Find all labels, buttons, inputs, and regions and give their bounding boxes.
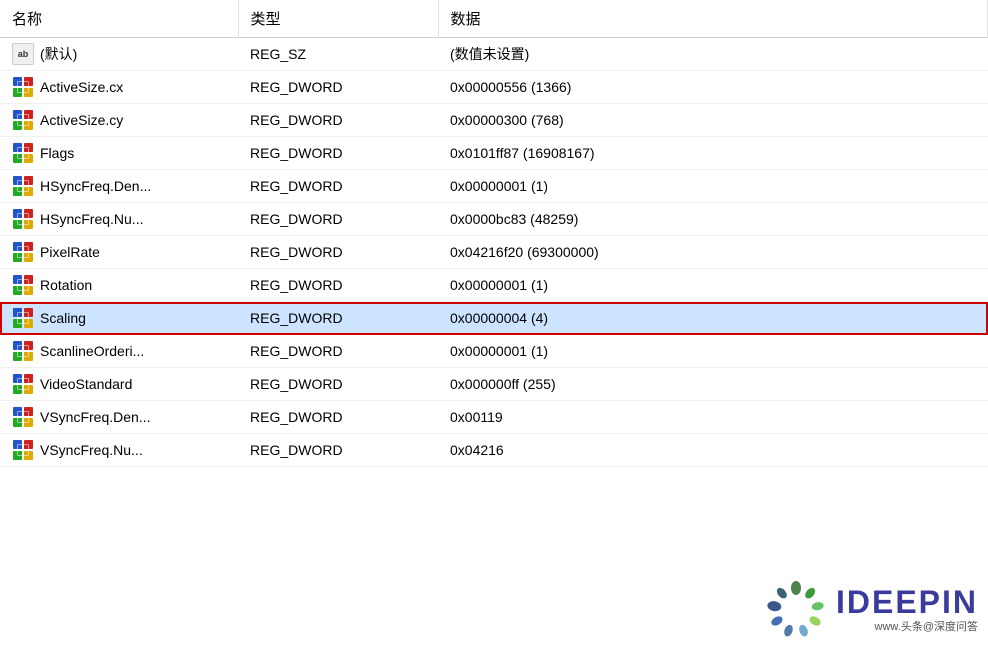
- row-name-text: Flags: [40, 145, 74, 161]
- cell-data: 0x00000556 (1366): [438, 71, 988, 104]
- header-name: 名称: [0, 0, 238, 38]
- table-row[interactable]: PixelRate REG_DWORD0x04216f20 (69300000): [0, 236, 988, 269]
- dword-icon: [12, 175, 34, 197]
- cell-type: REG_DWORD: [238, 104, 438, 137]
- table-row[interactable]: VSyncFreq.Nu... REG_DWORD0x04216: [0, 434, 988, 467]
- dword-icon: [12, 274, 34, 296]
- row-name-text: VSyncFreq.Nu...: [40, 442, 143, 458]
- table-row[interactable]: VideoStandard REG_DWORD0x000000ff (255): [0, 368, 988, 401]
- row-name-text: HSyncFreq.Nu...: [40, 211, 143, 227]
- cell-type: REG_DWORD: [238, 269, 438, 302]
- cell-type: REG_DWORD: [238, 401, 438, 434]
- cell-name: ab (默认): [0, 38, 238, 71]
- cell-data: 0x00000300 (768): [438, 104, 988, 137]
- table-row[interactable]: Flags REG_DWORD0x0101ff87 (16908167): [0, 137, 988, 170]
- table-row[interactable]: HSyncFreq.Den... REG_DWORD0x00000001 (1): [0, 170, 988, 203]
- cell-name: HSyncFreq.Den...: [0, 170, 238, 203]
- dword-icon: [12, 340, 34, 362]
- cell-data: 0x00119: [438, 401, 988, 434]
- watermark-logo: IDEEPIN www.头条@深度问答: [836, 586, 978, 634]
- cell-name: Flags: [0, 137, 238, 170]
- cell-type: REG_DWORD: [238, 302, 438, 335]
- row-name-text: HSyncFreq.Den...: [40, 178, 151, 194]
- table-row[interactable]: ActiveSize.cy REG_DWORD0x00000300 (768): [0, 104, 988, 137]
- row-name-text: PixelRate: [40, 244, 100, 260]
- row-name-text: Scaling: [40, 310, 86, 326]
- table-row[interactable]: VSyncFreq.Den... REG_DWORD0x00119: [0, 401, 988, 434]
- dword-icon: [12, 307, 34, 329]
- table-row[interactable]: ab (默认) REG_SZ(数值未设置): [0, 38, 988, 71]
- table-row[interactable]: ActiveSize.cx REG_DWORD0x00000556 (1366): [0, 71, 988, 104]
- cell-name: VSyncFreq.Den...: [0, 401, 238, 434]
- dword-icon: [12, 208, 34, 230]
- cell-type: REG_DWORD: [238, 170, 438, 203]
- cell-name: Scaling: [0, 302, 238, 335]
- cell-data: 0x000000ff (255): [438, 368, 988, 401]
- cell-data: 0x00000001 (1): [438, 170, 988, 203]
- table-row[interactable]: Scaling REG_DWORD0x00000004 (4): [0, 302, 988, 335]
- cell-data: 0x00000001 (1): [438, 335, 988, 368]
- cell-name: Rotation: [0, 269, 238, 302]
- cell-data: (数值未设置): [438, 38, 988, 71]
- dword-icon: [12, 406, 34, 428]
- dword-icon: [12, 76, 34, 98]
- cell-data: 0x00000001 (1): [438, 269, 988, 302]
- cell-data: 0x04216: [438, 434, 988, 467]
- watermark: IDEEPIN www.头条@深度问答: [766, 580, 978, 640]
- cell-name: ActiveSize.cx: [0, 71, 238, 104]
- row-name-text: ScanlineOrderi...: [40, 343, 144, 359]
- cell-type: REG_SZ: [238, 38, 438, 71]
- dword-icon: [12, 109, 34, 131]
- cell-name: HSyncFreq.Nu...: [0, 203, 238, 236]
- cell-data: 0x00000004 (4): [438, 302, 988, 335]
- row-name-text: (默认): [40, 44, 77, 64]
- cell-type: REG_DWORD: [238, 236, 438, 269]
- cell-name: VideoStandard: [0, 368, 238, 401]
- cell-type: REG_DWORD: [238, 137, 438, 170]
- cell-data: 0x0101ff87 (16908167): [438, 137, 988, 170]
- spinner-logo-icon: [766, 580, 826, 640]
- row-name-text: ActiveSize.cx: [40, 79, 123, 95]
- cell-type: REG_DWORD: [238, 368, 438, 401]
- cell-type: REG_DWORD: [238, 434, 438, 467]
- dword-icon: [12, 373, 34, 395]
- watermark-sub-text: www.头条@深度问答: [875, 618, 978, 634]
- cell-name: VSyncFreq.Nu...: [0, 434, 238, 467]
- row-name-text: VideoStandard: [40, 376, 132, 392]
- cell-data: 0x0000bc83 (48259): [438, 203, 988, 236]
- cell-type: REG_DWORD: [238, 71, 438, 104]
- table-row[interactable]: ScanlineOrderi... REG_DWORD0x00000001 (1): [0, 335, 988, 368]
- watermark-main-text: IDEEPIN: [836, 586, 978, 618]
- dword-icon: [12, 241, 34, 263]
- ab-icon: ab: [12, 43, 34, 65]
- dword-icon: [12, 439, 34, 461]
- cell-type: REG_DWORD: [238, 203, 438, 236]
- cell-name: ActiveSize.cy: [0, 104, 238, 137]
- header-type: 类型: [238, 0, 438, 38]
- row-name-text: VSyncFreq.Den...: [40, 409, 151, 425]
- registry-table: 名称 类型 数据 ab (默认) REG_SZ(数值未设置) ActiveSize.…: [0, 0, 988, 467]
- table-header-row: 名称 类型 数据: [0, 0, 988, 38]
- header-data: 数据: [438, 0, 988, 38]
- cell-name: PixelRate: [0, 236, 238, 269]
- cell-type: REG_DWORD: [238, 335, 438, 368]
- row-name-text: ActiveSize.cy: [40, 112, 123, 128]
- cell-data: 0x04216f20 (69300000): [438, 236, 988, 269]
- cell-name: ScanlineOrderi...: [0, 335, 238, 368]
- dword-icon: [12, 142, 34, 164]
- table-row[interactable]: Rotation REG_DWORD0x00000001 (1): [0, 269, 988, 302]
- row-name-text: Rotation: [40, 277, 92, 293]
- table-row[interactable]: HSyncFreq.Nu... REG_DWORD0x0000bc83 (4825…: [0, 203, 988, 236]
